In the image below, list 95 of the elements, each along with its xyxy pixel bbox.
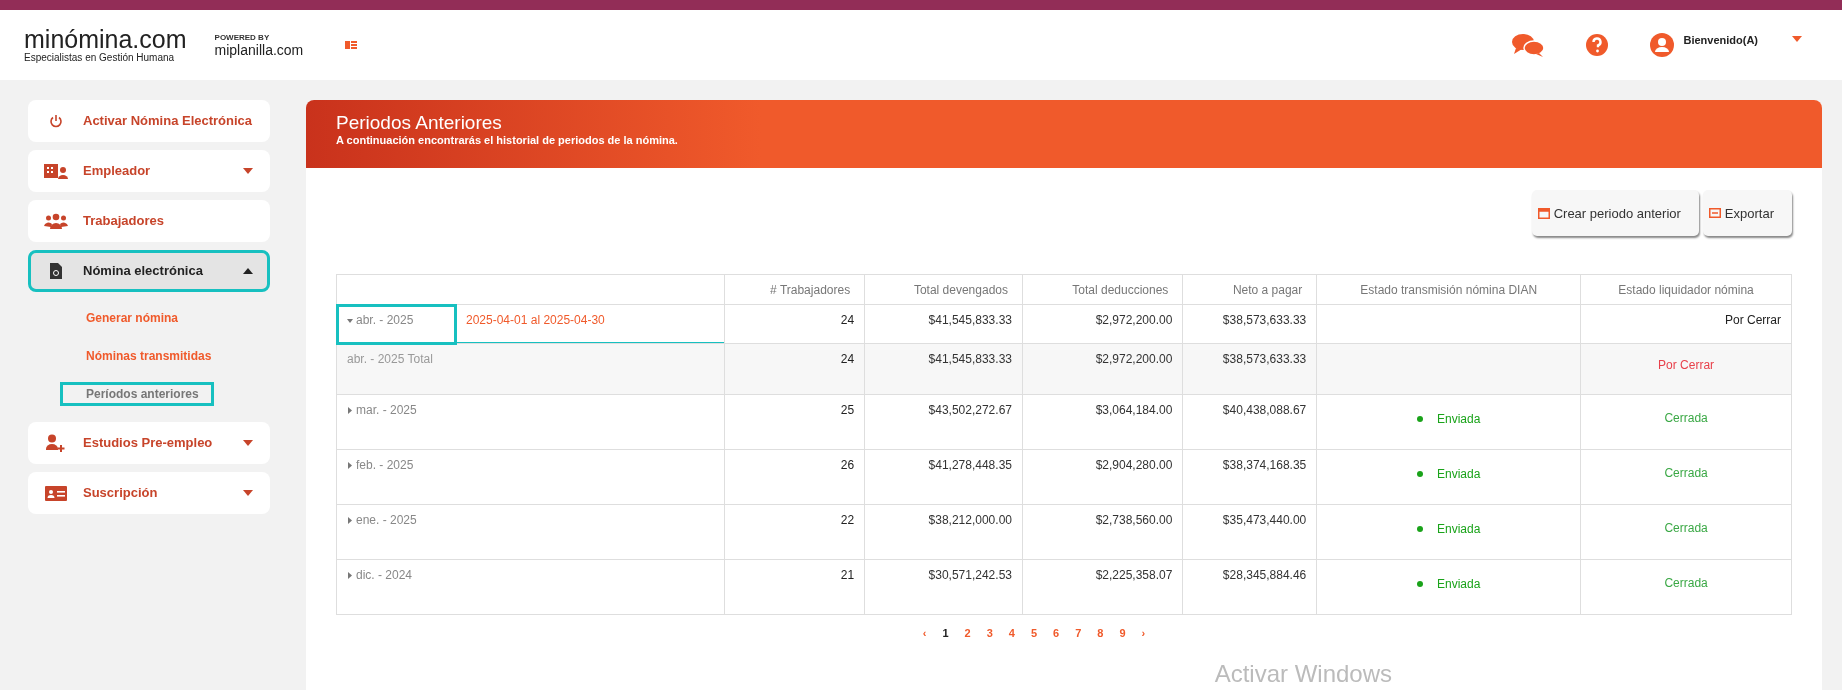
status-text: Por Cerrar (1725, 313, 1781, 327)
status-text: Cerrada (1664, 411, 1708, 425)
partner-logo-text: miplanilla.com (214, 41, 304, 58)
table-cell: $38,573,633.33 (1182, 304, 1317, 344)
expand-icon[interactable] (347, 462, 353, 470)
table-cell: $2,225,358.07 (1022, 559, 1183, 615)
status-text: Cerrada (1664, 576, 1708, 590)
status-text: Enviada (1417, 522, 1481, 536)
export-button[interactable]: Exportar (1702, 190, 1792, 236)
table-cell: $38,212,000.00 (864, 504, 1023, 560)
status-text: Enviada (1417, 467, 1481, 481)
export-icon (1708, 208, 1721, 218)
people-icon (44, 213, 68, 229)
table-cell: $2,972,200.00 (1022, 343, 1183, 395)
table-cell: $41,545,833.33 (864, 343, 1023, 395)
table-cell: $40,438,088.67 (1182, 394, 1317, 450)
date-range-cell[interactable]: 2025-04-01 al 2025-04-30 (455, 304, 725, 344)
page-link[interactable]: 9 (1119, 627, 1126, 639)
sidebar-item[interactable]: Estudios Pre-empleo (28, 422, 270, 464)
power-icon (49, 114, 63, 128)
period-cell[interactable]: dic. - 2024 (336, 559, 725, 615)
user-avatar-icon[interactable] (1649, 32, 1676, 58)
table-cell: $2,972,200.00 (1022, 304, 1183, 344)
page-link[interactable]: 6 (1053, 627, 1060, 639)
period-cell[interactable]: abr. - 2025 (336, 304, 456, 344)
period-cell[interactable]: mar. - 2025 (336, 394, 725, 450)
column-header: Estado liquidador nómina (1580, 274, 1792, 305)
page-link[interactable]: 1 (942, 627, 949, 639)
id-card-icon (45, 485, 67, 501)
previous-page-link[interactable]: ‹ (922, 627, 927, 639)
logo-text: minómina.com (24, 27, 187, 52)
table-cell: $2,904,280.00 (1022, 449, 1183, 505)
table-cell: $35,473,440.00 (1182, 504, 1317, 560)
next-page-link[interactable]: › (1141, 627, 1146, 639)
submenu-item[interactable]: Generar nómina (60, 306, 194, 330)
table-cell: $41,545,833.33 (864, 304, 1023, 344)
create-period-button[interactable]: Crear periodo anterior (1531, 190, 1699, 236)
table-cell: $2,738,560.00 (1022, 504, 1183, 560)
expand-icon[interactable] (347, 317, 353, 325)
table-cell: $43,502,272.67 (864, 394, 1023, 450)
activation-notice: Activar Windows (1214, 660, 1392, 688)
menu-icon[interactable] (345, 41, 358, 49)
table-cell: 22 (724, 504, 865, 560)
status-text: Enviada (1417, 412, 1481, 426)
expand-icon[interactable] (347, 407, 353, 415)
welcome-text: Bienvenido(A) (1683, 34, 1758, 46)
table-cell: $38,374,168.35 (1182, 449, 1317, 505)
page-link[interactable]: 2 (964, 627, 971, 639)
table-cell: 25 (724, 394, 865, 450)
help-icon[interactable] (1585, 33, 1610, 57)
column-header: Estado transmisión nómina DIAN (1316, 274, 1581, 305)
caret-icon[interactable] (1792, 36, 1802, 42)
column-header: Total deducciones (1022, 274, 1183, 305)
status-text: Cerrada (1664, 521, 1708, 535)
page-title: Periodos Anteriores (336, 112, 503, 134)
sidebar-item[interactable]: Empleador (28, 150, 270, 192)
page-link[interactable]: 5 (1030, 627, 1038, 639)
page-subtitle: A continuación encontrarás el historial de periodos de la nómina. (336, 134, 679, 146)
submenu-item[interactable]: Nóminas transmitidas (60, 344, 227, 368)
page-link[interactable]: 8 (1097, 627, 1104, 639)
page-link[interactable]: 4 (1008, 627, 1015, 639)
page-link[interactable]: 7 (1075, 627, 1082, 639)
sidebar-item[interactable]: Suscripción (28, 472, 270, 514)
sidebar-item[interactable]: Nómina electrónica (28, 250, 270, 292)
submenu-item[interactable]: Períodos anteriores (60, 382, 214, 406)
column-header: Total devengados (864, 274, 1023, 305)
table-cell: $3,064,184.00 (1022, 394, 1183, 450)
table-cell: $28,345,884.46 (1182, 559, 1317, 615)
logo-tagline: Especialistas en Gestión Humana (24, 52, 176, 63)
period-cell[interactable]: ene. - 2025 (336, 504, 725, 560)
table-cell: 21 (724, 559, 865, 615)
expand-icon[interactable] (347, 517, 353, 525)
column-header: Neto a pagar (1182, 274, 1317, 305)
status-text: Por Cerrar (1658, 358, 1715, 372)
total-label-cell: abr. - 2025 Total (336, 343, 725, 395)
status-text: Cerrada (1664, 466, 1708, 480)
document-icon (50, 263, 62, 279)
column-header: # Trabajadores (724, 274, 865, 305)
table-cell: $38,573,633.33 (1182, 343, 1317, 395)
table-cell: 26 (724, 449, 865, 505)
table-cell: $30,571,242.53 (864, 559, 1023, 615)
page-link[interactable]: 3 (986, 627, 993, 639)
calendar-icon (1537, 207, 1550, 219)
expand-icon[interactable] (347, 572, 353, 580)
powered-by-label: POWERED BY (214, 32, 271, 42)
table-cell: 24 (724, 304, 865, 344)
sidebar-item[interactable]: Activar Nómina Electrónica (28, 100, 270, 142)
status-text: Enviada (1417, 577, 1481, 591)
period-cell[interactable]: feb. - 2025 (336, 449, 725, 505)
building-person-icon (44, 162, 68, 180)
table-cell: $41,278,448.35 (864, 449, 1023, 505)
sidebar-item[interactable]: Trabajadores (28, 200, 270, 242)
chat-icon[interactable] (1511, 32, 1546, 58)
table-cell: 24 (724, 343, 865, 395)
person-add-icon (46, 434, 66, 452)
